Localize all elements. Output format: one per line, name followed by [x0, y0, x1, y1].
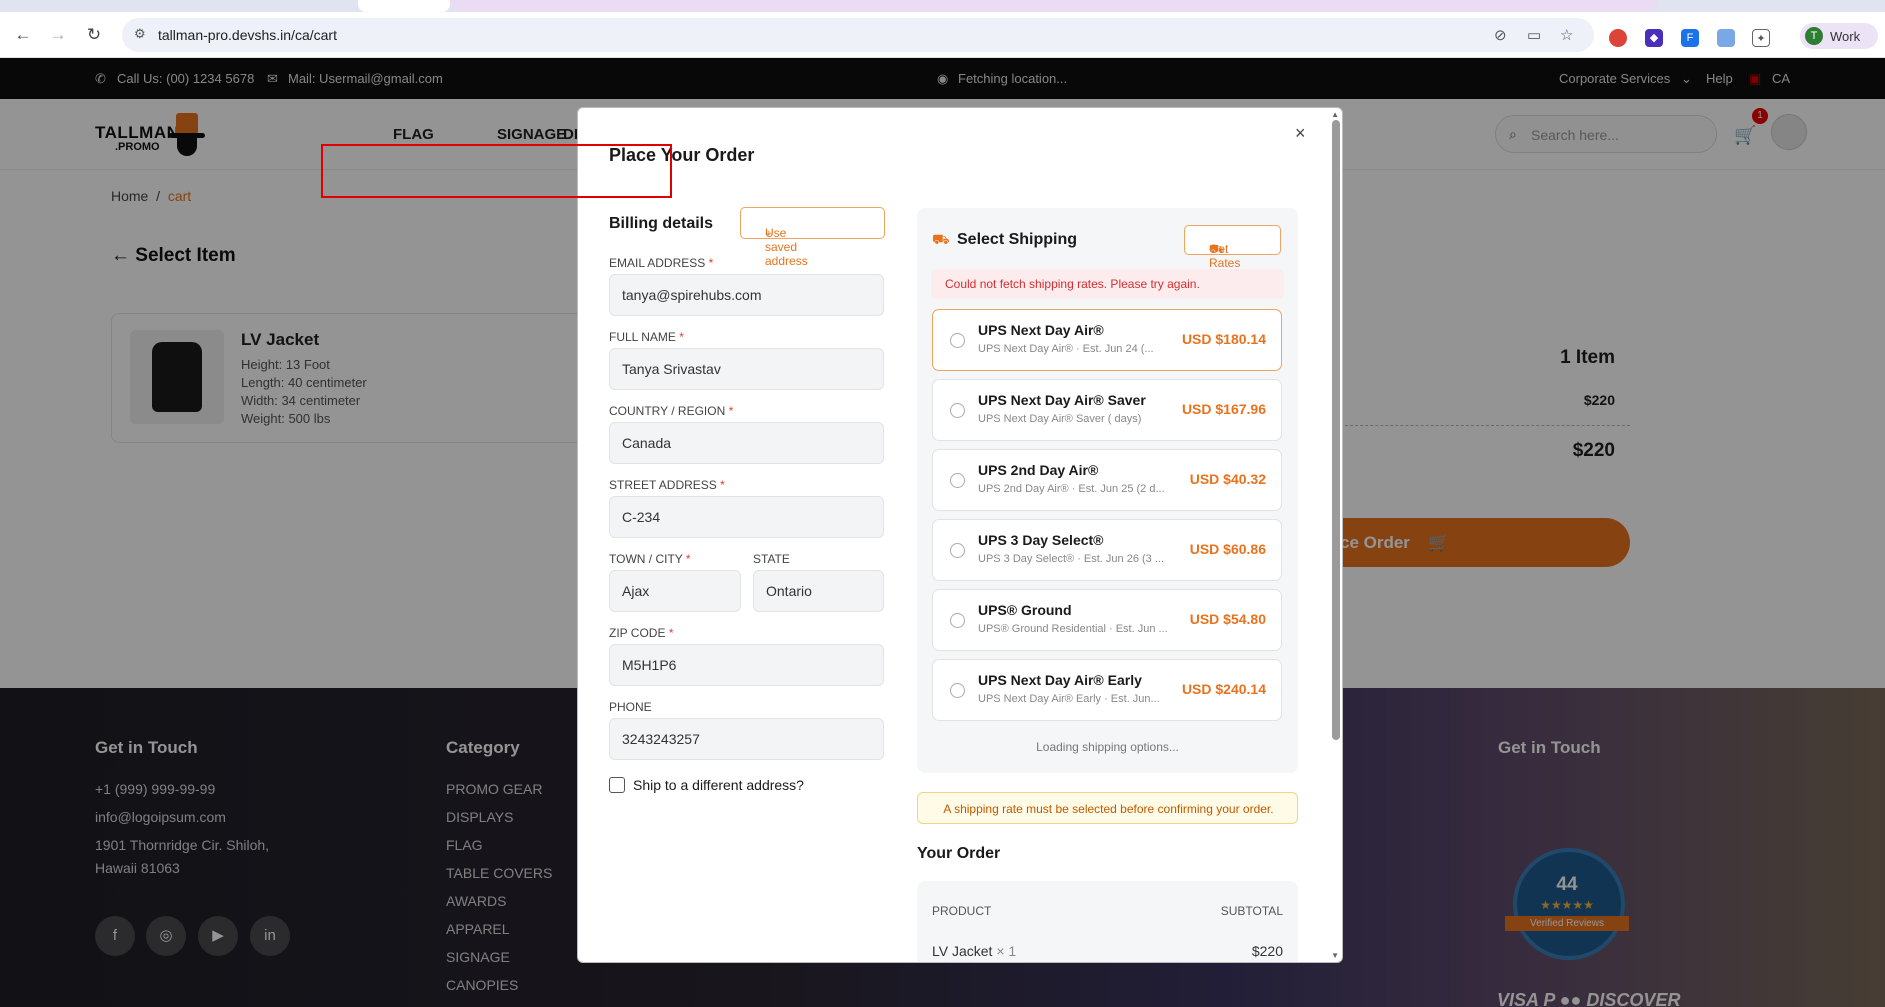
shipping-error-text: Could not fetch shipping rates. Please t…	[945, 277, 1200, 291]
site-info-icon[interactable]: ⚙	[134, 26, 146, 42]
loading-shipping-text: Loading shipping options...	[1036, 740, 1179, 754]
full-name-field[interactable]: Tanya Srivastav	[609, 348, 884, 390]
shipping-panel: ⛟ Select Shipping ⛟ Get Rates Could not …	[917, 208, 1298, 773]
shipping-option-price: USD $240.14	[1181, 681, 1266, 697]
shipping-option-price: USD $167.96	[1181, 401, 1266, 417]
card-icon[interactable]: ▭	[1527, 26, 1541, 44]
shipping-radio[interactable]	[950, 543, 965, 558]
address-bar[interactable]: ⚙ tallman-pro.devshs.in/ca/cart ⊘ ▭ ☆	[122, 18, 1594, 52]
shipping-option-name: UPS® Ground	[978, 602, 1072, 618]
shipping-option-price: USD $40.32	[1189, 471, 1266, 487]
phone-field[interactable]: 3243243257	[609, 718, 884, 760]
order-product: LV Jacket × 1	[932, 943, 1017, 959]
shipping-radio[interactable]	[950, 473, 965, 488]
email-label: EMAIL ADDRESS *	[609, 256, 714, 270]
doc-extension-icon[interactable]	[1717, 29, 1735, 47]
place-order-modal: ▲ ▼ Place Your Order × Billing details ⌖…	[577, 107, 1343, 963]
shipping-option-name: UPS 2nd Day Air®	[978, 462, 1099, 478]
shipping-option[interactable]: UPS Next Day Air® Early UPS Next Day Air…	[932, 659, 1282, 721]
diamond-extension-icon[interactable]: ◆	[1645, 29, 1663, 47]
zip-label: ZIP CODE *	[609, 626, 674, 640]
state-label: STATE	[753, 552, 790, 566]
forward-icon[interactable]: →	[47, 24, 69, 46]
shipping-option-price: USD $54.80	[1189, 611, 1266, 627]
col-subtotal-header: SUBTOTAL	[1220, 904, 1283, 918]
country-label: COUNTRY / REGION *	[609, 404, 734, 418]
shipping-radio[interactable]	[950, 403, 965, 418]
back-icon[interactable]: ←	[12, 24, 34, 46]
modal-scrollbar[interactable]	[1332, 120, 1340, 740]
order-subtotal: $220	[1251, 943, 1283, 959]
shipping-radio[interactable]	[950, 613, 965, 628]
shipping-option[interactable]: UPS Next Day Air® UPS Next Day Air® · Es…	[932, 309, 1282, 371]
phone-label: PHONE	[609, 700, 652, 714]
shipping-warning-text: A shipping rate must be selected before …	[943, 802, 1274, 816]
zip-field[interactable]: M5H1P6	[609, 644, 884, 686]
profile-label: Work	[1830, 29, 1861, 44]
shipping-option-detail: UPS Next Day Air® · Est. Jun 24 (...	[978, 343, 1154, 355]
shipping-option-name: UPS Next Day Air® Saver	[978, 392, 1146, 408]
f-extension-icon[interactable]: F	[1681, 29, 1699, 47]
order-table: PRODUCT SUBTOTAL LV Jacket × 1 $220	[917, 881, 1298, 962]
shipping-option-detail: UPS 2nd Day Air® · Est. Jun 25 (2 d...	[978, 483, 1165, 495]
shipping-option[interactable]: UPS® Ground UPS® Ground Residential · Es…	[932, 589, 1282, 651]
shipping-warning: A shipping rate must be selected before …	[917, 792, 1298, 824]
billing-title: Billing details	[609, 215, 714, 232]
close-icon[interactable]: ×	[1295, 123, 1306, 144]
use-saved-address-label: Use saved address	[765, 226, 808, 268]
puzzle-icon[interactable]: ✦	[1752, 29, 1770, 47]
ship-different-label: Ship to a different address?	[633, 777, 804, 793]
browser-tab-strip	[0, 0, 1885, 12]
get-rates-button[interactable]: ⛟ Get Rates	[1184, 225, 1281, 270]
shipping-option-detail: UPS 3 Day Select® · Est. Jun 26 (3 ...	[978, 553, 1165, 565]
get-rates-label: Get Rates	[1209, 242, 1241, 270]
shipping-option-name: UPS 3 Day Select®	[978, 532, 1104, 548]
town-label: TOWN / CITY *	[609, 552, 691, 566]
truck-icon: ⛟	[932, 231, 950, 247]
reload-icon[interactable]: ↻	[83, 24, 105, 46]
profile-avatar: T	[1805, 27, 1823, 45]
your-order-title: Your Order	[917, 845, 1001, 862]
full-name-label: FULL NAME *	[609, 330, 684, 344]
eye-off-icon[interactable]: ⊘	[1494, 26, 1507, 44]
col-product-header: PRODUCT	[932, 904, 992, 918]
street-field[interactable]: C-234	[609, 496, 884, 538]
chrome-extension-icon[interactable]	[1609, 29, 1627, 47]
shipping-radio[interactable]	[950, 683, 965, 698]
shipping-option-price: USD $180.14	[1181, 331, 1266, 347]
ship-different-checkbox[interactable]	[609, 777, 625, 793]
shipping-radio[interactable]	[950, 333, 965, 348]
country-field[interactable]: Canada	[609, 422, 884, 464]
shipping-error-message: Could not fetch shipping rates. Please t…	[931, 269, 1284, 299]
browser-tab-active[interactable]	[450, 0, 1658, 12]
use-saved-address-button[interactable]: ⌖ Use saved address	[740, 207, 885, 268]
shipping-option[interactable]: UPS 2nd Day Air® UPS 2nd Day Air® · Est.…	[932, 449, 1282, 511]
shipping-option-price: USD $60.86	[1189, 541, 1266, 557]
bookmark-star-icon[interactable]: ☆	[1560, 26, 1573, 44]
scroll-up-arrow[interactable]: ▲	[1331, 110, 1339, 119]
shipping-option-detail: UPS Next Day Air® Early · Est. Jun...	[978, 693, 1160, 705]
town-field[interactable]: Ajax	[609, 570, 741, 612]
browser-toolbar: ← → ↻ ⚙ tallman-pro.devshs.in/ca/cart ⊘ …	[0, 12, 1885, 58]
shipping-option[interactable]: UPS 3 Day Select® UPS 3 Day Select® · Es…	[932, 519, 1282, 581]
error-highlight-box	[321, 144, 672, 198]
scroll-down-arrow[interactable]: ▼	[1331, 951, 1339, 960]
shipping-option-name: UPS Next Day Air®	[978, 322, 1104, 338]
profile-chip[interactable]: T Work	[1800, 23, 1878, 49]
shipping-title: Select Shipping	[957, 231, 1078, 248]
state-field[interactable]: Ontario	[753, 570, 884, 612]
browser-tab[interactable]	[358, 0, 450, 12]
street-label: STREET ADDRESS *	[609, 478, 725, 492]
shipping-option-detail: UPS Next Day Air® Saver ( days)	[978, 413, 1142, 425]
shipping-option[interactable]: UPS Next Day Air® Saver UPS Next Day Air…	[932, 379, 1282, 441]
url-text: tallman-pro.devshs.in/ca/cart	[158, 27, 337, 43]
email-field[interactable]: tanya@spirehubs.com	[609, 274, 884, 316]
shipping-option-name: UPS Next Day Air® Early	[978, 672, 1142, 688]
shipping-option-detail: UPS® Ground Residential · Est. Jun ...	[978, 623, 1168, 635]
